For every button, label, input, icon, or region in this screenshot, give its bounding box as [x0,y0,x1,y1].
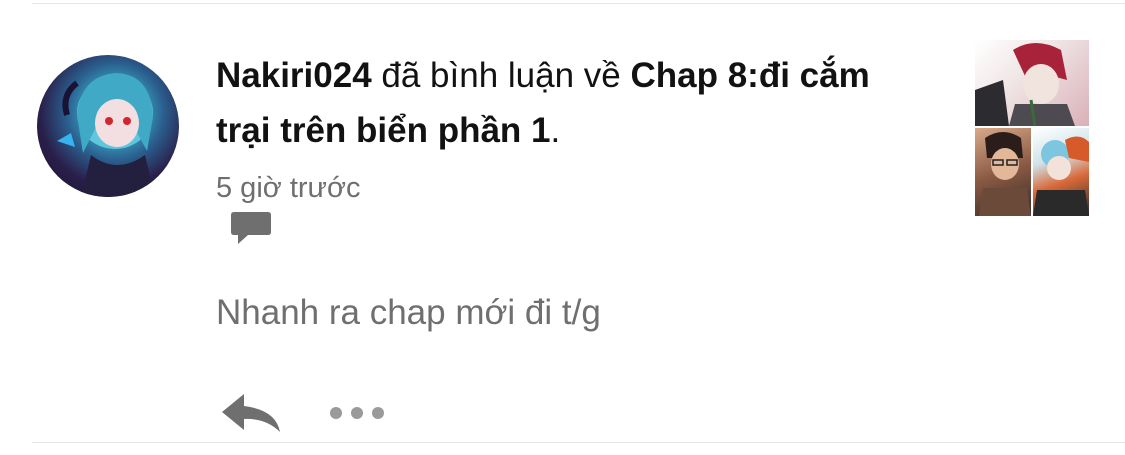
username-link[interactable]: Nakiri024 [216,56,372,95]
dot [351,407,363,419]
dot [330,407,342,419]
reply-arrow-icon[interactable] [220,390,284,436]
top-divider [32,3,1125,4]
speech-bubble-icon [231,212,271,244]
more-dots-icon[interactable] [330,404,390,422]
manga-cover-thumbnail[interactable] [975,40,1089,216]
timestamp: 5 giờ trước [216,172,361,204]
avatar-illustration [57,73,155,197]
notification-text: Nakiri024 đã bình luận về Chap 8:đi cắm … [216,48,906,158]
cover-panel-bottom-left [975,128,1031,216]
cover-panel-bottom-right [1033,128,1089,216]
action-text: đã bình luận về [371,56,631,95]
comment-text: Nhanh ra chap mới đi t/g [216,293,601,332]
bottom-divider [32,442,1125,443]
user-avatar[interactable] [37,55,179,197]
cover-panel-top [975,40,1089,126]
dot [372,407,384,419]
end-punctuation: . [550,111,561,150]
